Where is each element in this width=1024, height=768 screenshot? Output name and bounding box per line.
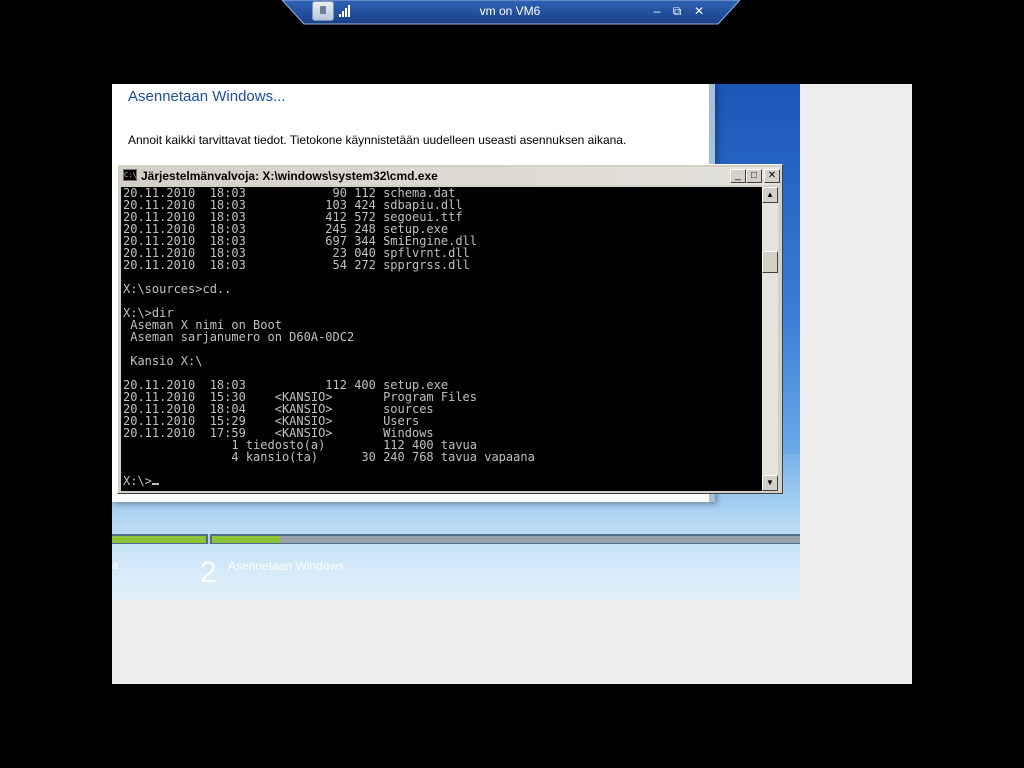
session-close-button[interactable]: ✕ bbox=[690, 2, 708, 20]
cmd-maximize-button[interactable]: □ bbox=[746, 169, 762, 183]
scroll-thumb[interactable] bbox=[762, 251, 778, 273]
console-line: X:\> bbox=[123, 474, 152, 488]
session-minimize-button[interactable]: ‒ bbox=[648, 2, 666, 20]
cmd-scrollbar[interactable]: ▲ ▼ bbox=[762, 187, 778, 491]
session-restore-button[interactable]: ⧉ bbox=[668, 2, 686, 20]
scroll-up-button[interactable]: ▲ bbox=[762, 187, 778, 203]
scroll-down-button[interactable]: ▼ bbox=[762, 475, 778, 491]
console-line: Kansio X:\ bbox=[123, 354, 203, 368]
console-line: 20.11.2010 18:03 54 272 spprgrss.dll bbox=[123, 258, 470, 272]
setup-step-label: Asennetaan Windows bbox=[228, 559, 345, 573]
cmd-minimize-button[interactable]: _ bbox=[730, 169, 746, 183]
cmd-title: Järjestelmänvalvoja: X:\windows\system32… bbox=[141, 169, 438, 183]
console-line: X:\sources>cd.. bbox=[123, 282, 232, 296]
pin-icon[interactable] bbox=[312, 1, 334, 21]
cmd-console[interactable]: 20.11.2010 18:03 90 112 schema.dat 20.11… bbox=[121, 187, 762, 491]
console-line: Aseman sarjanumero on D60A-0DC2 bbox=[123, 330, 355, 344]
progress-separator bbox=[208, 534, 210, 544]
setup-step-previous-label: a bbox=[112, 560, 119, 572]
session-title: vm on VM6 bbox=[479, 4, 541, 18]
setup-progress-bar bbox=[112, 534, 800, 544]
cmd-window[interactable]: C:\ Järjestelmänvalvoja: X:\windows\syst… bbox=[117, 164, 783, 494]
console-output: 20.11.2010 18:03 90 112 schema.dat 20.11… bbox=[121, 187, 762, 487]
cmd-close-button[interactable]: ✕ bbox=[764, 169, 780, 183]
progress-segment-current bbox=[212, 536, 280, 543]
progress-remaining bbox=[280, 536, 800, 543]
cursor-caret bbox=[151, 483, 159, 485]
connection-signal-icon[interactable] bbox=[339, 5, 353, 17]
setup-heading: Asennetaan Windows... bbox=[128, 88, 286, 105]
console-line: 4 kansio(ta) 30 240 768 tavua vapaana bbox=[123, 450, 535, 464]
setup-info-text: Annoit kaikki tarvittavat tiedot. Tietok… bbox=[128, 133, 627, 147]
progress-segment-complete bbox=[112, 536, 206, 543]
setup-step-number: 2 bbox=[200, 556, 217, 589]
cmd-titlebar[interactable]: C:\ Järjestelmänvalvoja: X:\windows\syst… bbox=[120, 167, 780, 185]
cmd-icon[interactable]: C:\ bbox=[123, 169, 137, 181]
